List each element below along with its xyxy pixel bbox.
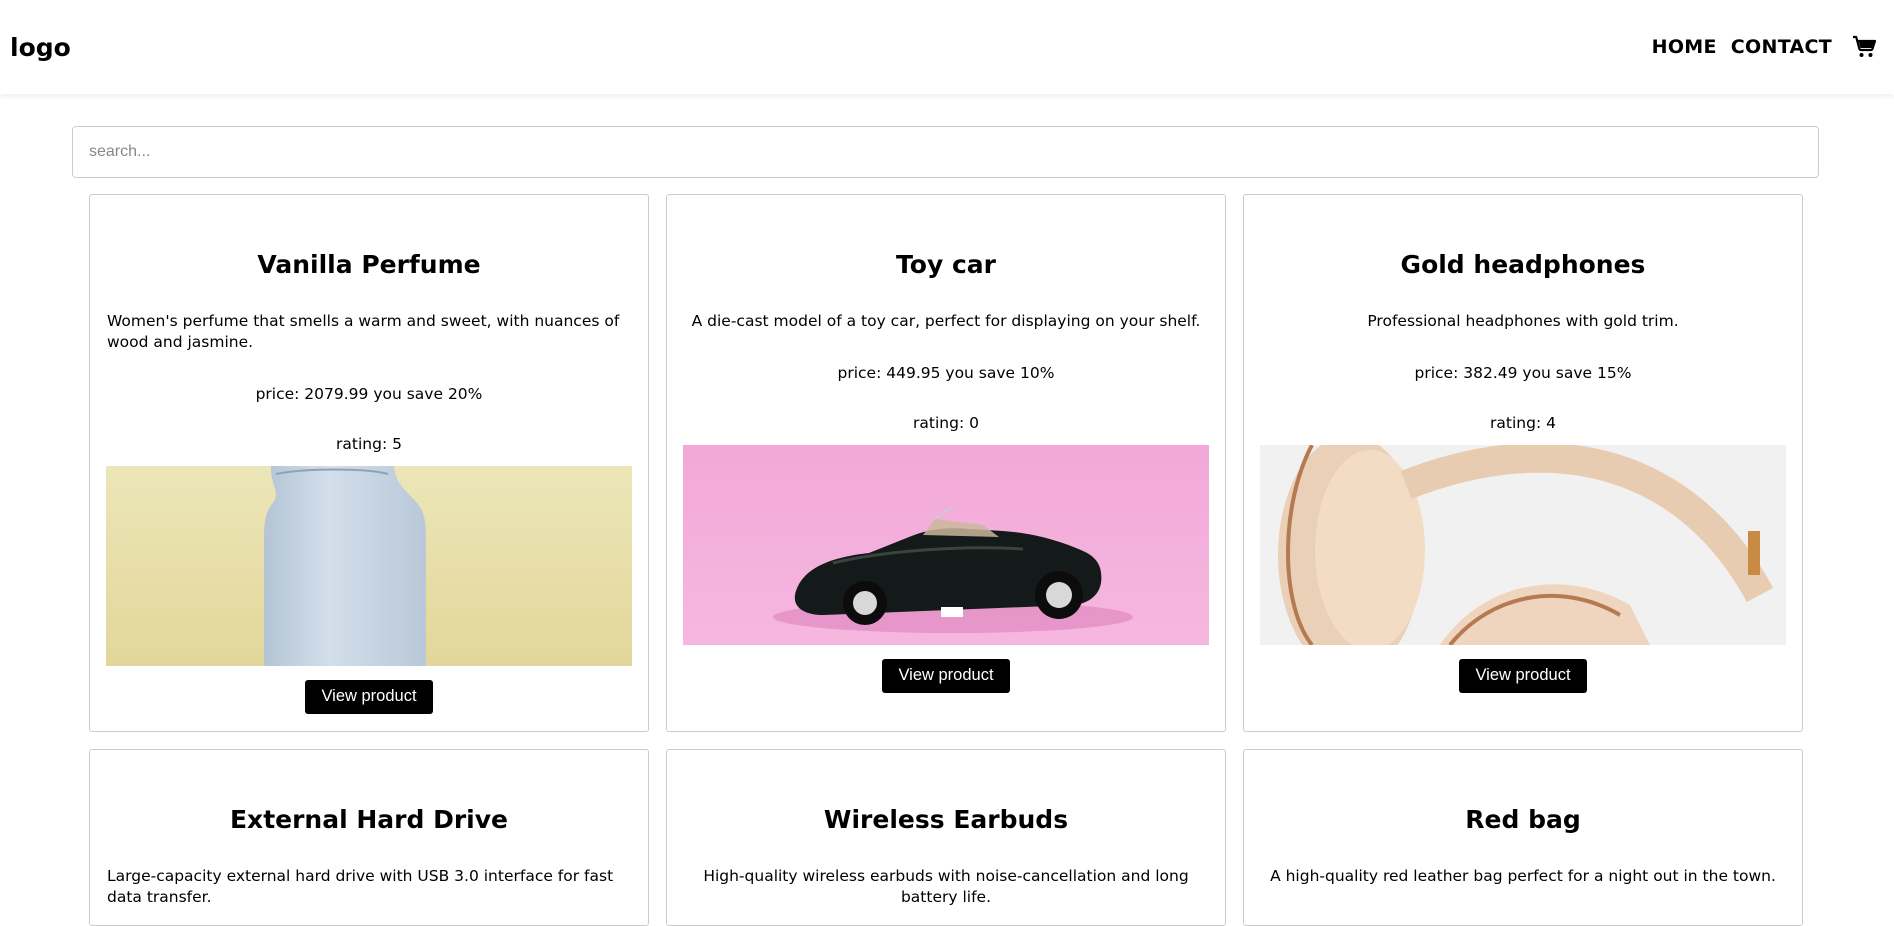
view-product-button[interactable]: View product — [305, 680, 433, 714]
product-price: price: 382.49 you save 15% — [1414, 364, 1632, 382]
search-bar — [72, 126, 1819, 178]
logo[interactable]: logo — [10, 33, 71, 62]
product-title: Vanilla Perfume — [257, 250, 481, 279]
product-description: High-quality wireless earbuds with noise… — [703, 867, 1189, 906]
product-image-perfume — [106, 466, 632, 666]
product-description: A die-cast model of a toy car, perfect f… — [691, 312, 1201, 330]
product-title: Toy car — [896, 250, 996, 279]
shopping-cart-icon[interactable] — [1852, 35, 1876, 59]
product-price: price: 449.95 you save 10% — [837, 364, 1055, 382]
navbar: logo HOME CONTACT — [0, 0, 1894, 94]
product-card: External Hard Drive Large-capacity exter… — [89, 749, 649, 926]
view-product-button[interactable]: View product — [882, 659, 1010, 693]
product-image-toy-car — [683, 445, 1209, 645]
nav-links: HOME CONTACT — [1652, 35, 1884, 59]
product-card: Red bag A high-quality red leather bag p… — [1243, 749, 1803, 926]
product-rating: rating: 0 — [913, 414, 979, 432]
nav-contact-link[interactable]: CONTACT — [1731, 36, 1832, 58]
product-grid: Vanilla Perfume Women's perfume that sme… — [89, 194, 1803, 926]
product-price: price: 2079.99 you save 20% — [255, 385, 483, 403]
product-title: Gold headphones — [1400, 250, 1646, 279]
product-card: Gold headphones Professional headphones … — [1243, 194, 1803, 732]
product-description: Large-capacity external hard drive with … — [107, 867, 614, 906]
product-title: Red bag — [1465, 805, 1581, 834]
product-card: Toy car A die-cast model of a toy car, p… — [666, 194, 1226, 732]
product-description: Women's perfume that smells a warm and s… — [107, 312, 620, 351]
product-description: Professional headphones with gold trim. — [1367, 312, 1679, 330]
product-card: Wireless Earbuds High-quality wireless e… — [666, 749, 1226, 926]
product-image-headphones — [1260, 445, 1786, 645]
product-title: Wireless Earbuds — [823, 805, 1069, 834]
product-card: Vanilla Perfume Women's perfume that sme… — [89, 194, 649, 732]
product-title: External Hard Drive — [229, 805, 508, 834]
search-input[interactable] — [72, 126, 1819, 178]
product-rating: rating: 5 — [336, 435, 402, 453]
view-product-button[interactable]: View product — [1459, 659, 1587, 693]
nav-home-link[interactable]: HOME — [1652, 36, 1717, 58]
product-rating: rating: 4 — [1490, 414, 1556, 432]
